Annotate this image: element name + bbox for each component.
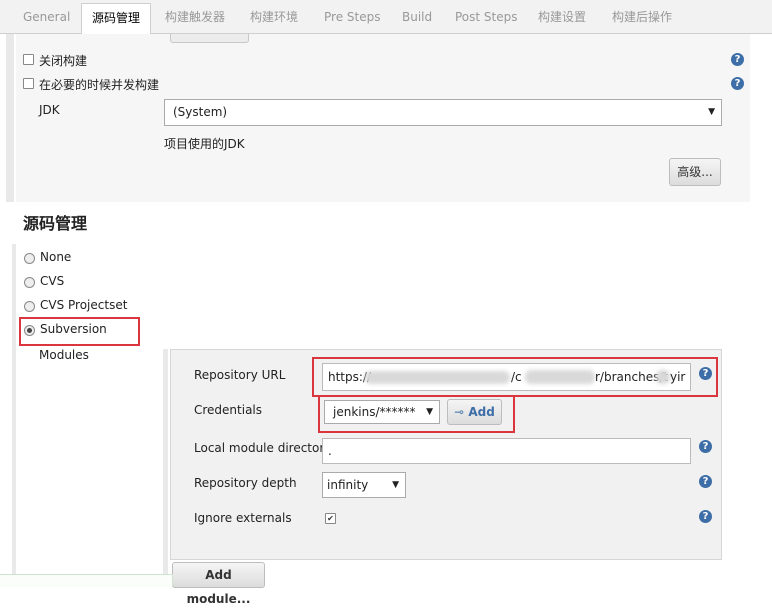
depth-value: infinity	[327, 478, 369, 492]
help-icon[interactable]: ?	[731, 53, 744, 66]
notification-frame	[0, 574, 173, 587]
tab-build-environment[interactable]: 构建环境	[250, 0, 298, 33]
help-icon[interactable]: ?	[699, 475, 712, 488]
depth-select[interactable]: infinity ▼	[322, 472, 406, 498]
depth-label: Repository depth	[194, 476, 297, 490]
section-rail	[12, 244, 16, 586]
jdk-select-value: (System)	[173, 105, 228, 119]
scm-none-label: None	[40, 250, 72, 264]
advanced-button[interactable]: 高级...	[669, 158, 721, 186]
tab-pre-steps[interactable]: Pre Steps	[324, 0, 380, 33]
ignore-externals-label: Ignore externals	[194, 511, 292, 525]
ignore-externals-checkbox[interactable]: ✔	[325, 513, 336, 524]
scm-cvs-label: CVS	[40, 274, 65, 288]
highlight-credentials	[318, 395, 515, 433]
credentials-label: Credentials	[194, 403, 263, 417]
close-build-label: 关闭构建	[39, 54, 88, 68]
scm-none-radio[interactable]	[24, 253, 35, 264]
tab-post-build-actions[interactable]: 构建后操作	[612, 0, 672, 33]
local-dir-input[interactable]: .	[322, 438, 691, 464]
tab-source-management[interactable]: 源码管理	[81, 3, 152, 35]
jdk-hint: 项目使用的JDK	[164, 137, 245, 151]
help-icon[interactable]: ?	[699, 510, 712, 523]
partial-button[interactable]	[170, 34, 249, 43]
tab-post-steps[interactable]: Post Steps	[455, 0, 518, 33]
concurrent-build-label: 在必要的时候并发构建	[39, 78, 160, 92]
concurrent-build-checkbox[interactable]	[23, 78, 34, 89]
local-dir-label: Local module directory	[194, 441, 332, 455]
scm-cvs-projectset-radio[interactable]	[24, 301, 35, 312]
modules-label: Modules	[39, 348, 89, 362]
tab-general[interactable]: General	[23, 0, 70, 33]
tab-build-triggers[interactable]: 构建触发器	[165, 0, 225, 33]
scm-cvs-projectset-label: CVS Projectset	[40, 298, 128, 312]
config-tab-bar: General 源码管理 构建触发器 构建环境 Pre Steps Build …	[0, 0, 772, 35]
scm-cvs-radio[interactable]	[24, 277, 35, 288]
chevron-down-icon: ▼	[708, 107, 715, 117]
jdk-select[interactable]: (System) ▼	[164, 99, 722, 126]
repo-url-label: Repository URL	[194, 368, 286, 382]
jdk-label: JDK	[39, 103, 60, 117]
help-icon[interactable]: ?	[731, 77, 744, 90]
add-module-button[interactable]: Add module...	[172, 562, 265, 606]
close-build-checkbox[interactable]	[23, 54, 34, 65]
tab-build[interactable]: Build	[402, 0, 432, 33]
tab-build-settings[interactable]: 构建设置	[538, 0, 586, 33]
section-rail	[6, 34, 14, 202]
modules-rail	[163, 349, 168, 586]
highlight-subversion	[19, 317, 140, 346]
help-icon[interactable]: ?	[699, 440, 712, 453]
chevron-down-icon: ▼	[392, 480, 399, 490]
highlight-repo-url	[312, 357, 718, 397]
section-title-scm: 源码管理	[23, 214, 88, 233]
